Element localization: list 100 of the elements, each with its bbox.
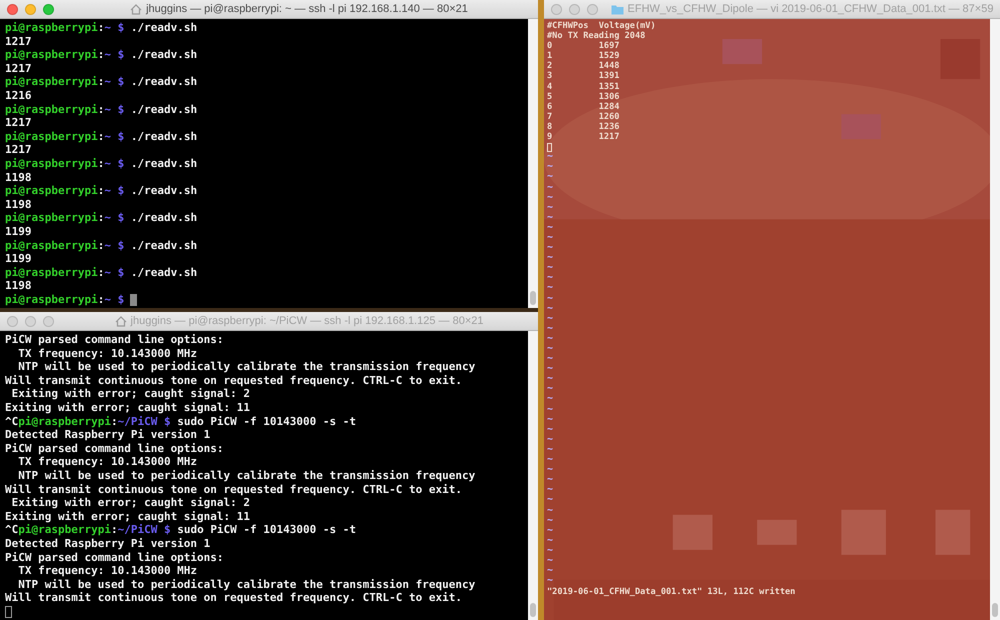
output-line: Exiting with error; caught signal: 11 — [5, 400, 250, 415]
output-line: 1198 — [5, 170, 32, 184]
file-line: 5 1306 — [547, 92, 620, 102]
empty-line-marker: ~ — [547, 283, 554, 294]
output-line: Exiting with error; caught signal: 11 — [5, 510, 250, 524]
prompt-path: ~ $ — [104, 102, 124, 116]
command-text: ./readv.sh — [130, 130, 198, 144]
empty-line-marker: ~ — [547, 546, 554, 556]
empty-line-marker: ~ — [547, 344, 554, 354]
output-line: 1217 — [5, 143, 32, 157]
prompt-separator: : — [98, 156, 104, 171]
prompt-path: ~ $ — [104, 130, 124, 144]
prompt-user: pi@raspberrypi — [5, 75, 98, 89]
minimize-button[interactable] — [25, 4, 36, 15]
output-line: 1199 — [5, 224, 32, 238]
empty-line-marker: ~ — [547, 414, 554, 425]
zoom-button[interactable] — [43, 316, 54, 327]
empty-line-marker: ~ — [547, 324, 554, 334]
empty-line-marker: ~ — [547, 516, 554, 526]
empty-line-marker: ~ — [547, 566, 554, 576]
prompt-path: ~ $ — [104, 75, 124, 89]
output-line: 1199 — [5, 252, 32, 266]
empty-line-marker: ~ — [547, 182, 554, 193]
text-cursor — [547, 142, 552, 152]
command-text: ./readv.sh — [130, 211, 198, 225]
empty-line-marker: ~ — [547, 526, 554, 536]
output-line: Will transmit continuous tone on requested frequency. CTRL-C to exit. — [5, 591, 462, 605]
empty-line-marker: ~ — [547, 172, 554, 182]
command-text: ./readv.sh — [130, 48, 198, 62]
window-title: EFHW_vs_CFHW_Dipole — vi 2019-06-01_CFHW_Data_001.txt — 87×59 — [628, 2, 994, 17]
empty-line-marker: ~ — [547, 222, 554, 233]
command-text: sudo PiCW -f 10143000 -s -t — [176, 414, 356, 428]
empty-line-marker: ~ — [547, 434, 554, 445]
output-line: PiCW parsed command line options: — [5, 333, 224, 347]
home-icon — [114, 316, 127, 326]
output-line: Exiting with error; caught signal: 2 — [10, 387, 250, 401]
output-line: 1198 — [5, 279, 32, 293]
window-title: jhuggins — pi@raspberrypi: ~ — ssh -l pi 192.168.1.140 — 80×21 — [146, 2, 468, 17]
command-text: sudo PiCW -f 10143000 -s -t — [176, 523, 356, 537]
prompt-path: ~ $ — [104, 156, 124, 171]
empty-line-marker: ~ — [547, 334, 554, 344]
file-line: 2 1448 — [547, 61, 620, 72]
empty-line-marker: ~ — [547, 424, 554, 435]
command-text: ./readv.sh — [130, 156, 198, 171]
prompt-separator: : — [110, 523, 118, 537]
empty-line-marker: ~ — [547, 304, 554, 314]
interrupt-text: ^C — [5, 414, 18, 428]
text-cursor — [5, 606, 12, 618]
prompt-user: pi@raspberrypi — [5, 21, 98, 35]
output-line: PiCW parsed command line options: — [5, 442, 224, 456]
empty-line-marker: ~ — [547, 495, 554, 506]
empty-line-marker: ~ — [547, 364, 554, 374]
command-text: ./readv.sh — [130, 266, 198, 280]
prompt-user: pi@raspberrypi — [18, 523, 111, 537]
file-line: 7 1260 — [547, 112, 620, 122]
empty-line-marker: ~ — [547, 263, 554, 274]
output-line: NTP will be used to periodically calibrate the transmission frequency — [17, 468, 476, 483]
output-line: PiCW parsed command line options: — [5, 550, 224, 564]
zoom-button[interactable] — [587, 4, 598, 15]
file-line: 1 1529 — [547, 51, 620, 62]
close-button[interactable] — [7, 4, 18, 15]
empty-line-marker: ~ — [547, 253, 554, 264]
prompt-separator: : — [98, 130, 104, 144]
prompt-separator: : — [98, 102, 104, 116]
scrollbar[interactable] — [528, 331, 538, 620]
file-line: 8 1236 — [547, 122, 620, 132]
prompt-separator: : — [98, 48, 104, 62]
prompt-separator: : — [98, 184, 104, 198]
minimize-button[interactable] — [25, 316, 36, 327]
interrupt-text: ^C — [5, 523, 18, 537]
status-line: "2019-06-01_CFHW_Data_001.txt" 13L, 112C written — [547, 587, 796, 598]
empty-line-marker: ~ — [547, 273, 554, 284]
scrollbar[interactable] — [990, 19, 1000, 620]
folder-icon — [610, 4, 624, 14]
zoom-button[interactable] — [43, 4, 54, 15]
empty-line-marker: ~ — [547, 354, 554, 364]
prompt-path: ~ $ — [104, 21, 124, 35]
output-line: 1198 — [5, 198, 32, 212]
output-line: 1217 — [5, 62, 32, 76]
output-line: 1216 — [5, 88, 32, 103]
file-line: #No TX Reading 2048 — [547, 31, 646, 42]
prompt-path: ~/PiCW $ — [118, 523, 171, 537]
empty-line-marker: ~ — [547, 394, 554, 405]
empty-line-marker: ~ — [547, 404, 554, 415]
prompt-user: pi@raspberrypi — [5, 292, 98, 306]
output-line: Will transmit continuous tone on requested frequency. CTRL-C to exit. — [5, 482, 462, 496]
close-button[interactable] — [551, 4, 562, 15]
output-line: TX frequency: 10.143000 MHz — [17, 564, 198, 578]
output-line: Will transmit continuous tone on requested frequency. CTRL-C to exit. — [5, 374, 462, 388]
prompt-user: pi@raspberrypi — [5, 102, 98, 116]
file-line: 6 1284 — [547, 102, 620, 112]
command-text: ./readv.sh — [130, 184, 198, 198]
prompt-path: ~/PiCW $ — [118, 414, 171, 428]
file-line: 3 1391 — [547, 71, 620, 82]
scrollbar[interactable] — [528, 19, 538, 308]
empty-line-marker: ~ — [547, 202, 554, 213]
output-line: 1217 — [5, 34, 32, 48]
close-button[interactable] — [7, 316, 18, 327]
output-line: Detected Raspberry Pi version 1 — [5, 428, 210, 442]
minimize-button[interactable] — [569, 4, 580, 15]
